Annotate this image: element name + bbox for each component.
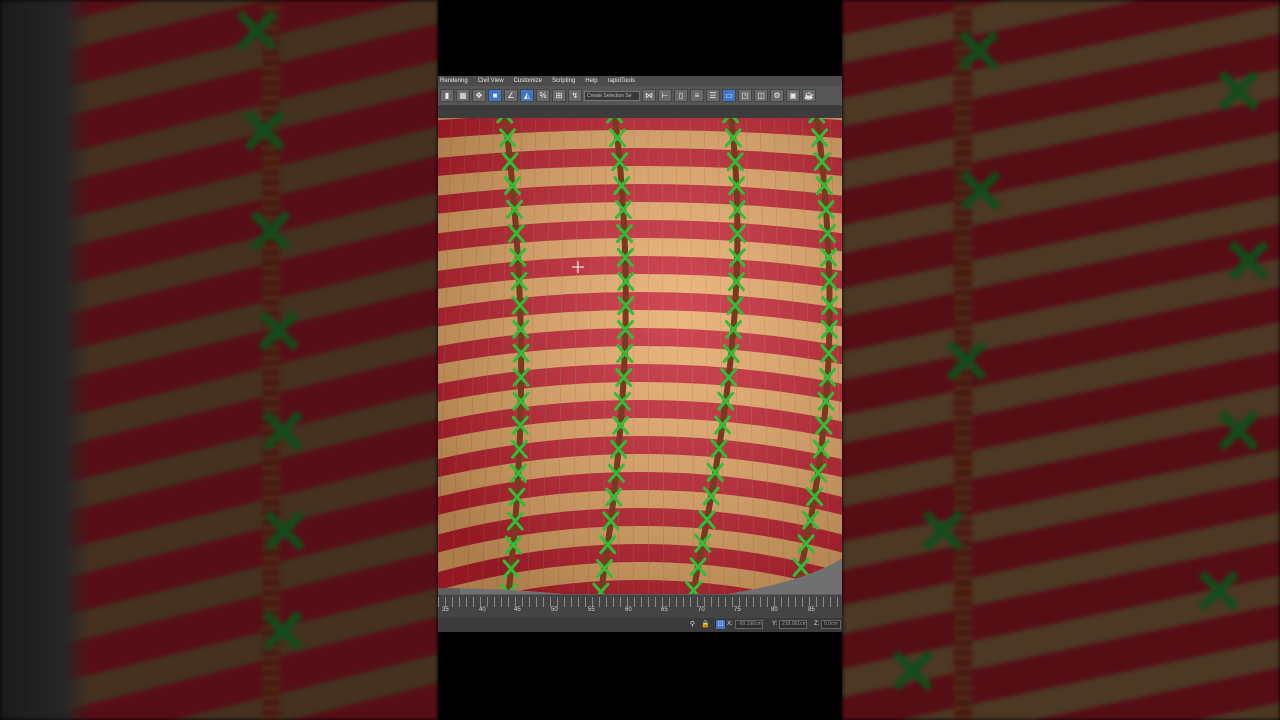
tick-label: 65 [661,607,668,613]
blurred-stitch-mark: ✕ [230,0,284,68]
tick-label: 40 [479,607,486,613]
menu-item-civil-view[interactable]: Civil View [478,78,504,84]
app-window: Rendering Civil View Customize Scripting… [438,0,842,720]
tick-label: 55 [588,607,595,613]
ribbon-strip [438,106,842,118]
blurred-stitch-mark: ✕ [1222,226,1276,298]
menu-item-help[interactable]: Help [585,78,597,84]
absolute-mode-icon[interactable]: ⊡ [716,620,725,629]
tick-label: 70 [698,607,705,613]
status-bar: ⚲ 🔒 ⊡ X: -99.196cm Y: 218.061cm Z: 0.0cm [438,618,842,632]
blurred-stitch-mark: ✕ [258,496,312,568]
tick-label: 85 [808,607,815,613]
blurred-stitch-mark: ✕ [954,156,1008,228]
material-editor-icon[interactable]: ◫ [754,89,768,102]
menu-bar: Rendering Civil View Customize Scripting… [438,76,842,86]
tick-label: 35 [442,607,449,613]
menu-item-customize[interactable]: Customize [514,78,542,84]
blurred-stitch-mark: ✕ [1192,556,1246,628]
curve-editor-icon[interactable]: ▭ [722,89,736,102]
menu-item-scripting[interactable]: Scripting [552,78,575,84]
menu-item-rapidtools[interactable]: rapidTools [608,78,635,84]
angle-snap-icon[interactable]: ∠ [504,89,518,102]
blurred-stitch-mark: ✕ [252,296,306,368]
pin-icon[interactable]: ⚲ [688,620,697,629]
render-frame-icon[interactable]: ▣ [786,89,800,102]
move-icon[interactable]: ✥ [472,89,486,102]
x-coordinate-field[interactable]: -99.196cm [735,620,763,629]
named-selection-set-dropdown[interactable]: Create Selection Se [584,90,640,101]
align-icon[interactable]: ⊢ [658,89,672,102]
time-slider[interactable]: 35 40 45 50 55 60 65 70 75 80 85 [438,594,842,619]
blurred-stitch-mark: ✕ [238,96,292,168]
blurred-stitch-mark: ✕ [256,596,310,668]
render-setup-icon[interactable]: ⚙ [770,89,784,102]
y-coordinate-field[interactable]: 218.061cm [779,620,807,629]
select-object-icon[interactable]: ▮ [440,89,454,102]
x-label: X: [727,621,733,627]
blurred-stitch-mark: ✕ [1212,56,1266,128]
timeline-ticks [438,597,842,607]
z-coordinate-field[interactable]: 0.0cm [821,620,841,629]
curve-icon[interactable]: ↯ [568,89,582,102]
scene-explorer-icon[interactable]: ☰ [706,89,720,102]
blurred-stitch-mark: ✕ [244,196,298,268]
blurred-stitch-mark: ✕ [1212,396,1266,468]
blurred-stitch-mark: ✕ [952,16,1006,88]
blurred-stitch-mark: ✕ [256,396,310,468]
viewport-render [438,118,842,594]
z-label: Z: [814,621,820,627]
left-blurred-background: ✕ ✕ ✕ ✕ ✕ ✕ ✕ [0,0,438,720]
spinner-snap-icon[interactable]: % [536,89,550,102]
edit-named-selection-icon[interactable]: ⊞ [552,89,566,102]
right-blurred-background: ✕ ✕ ✕ ✕ ✕ ✕ ✕ ✕ ✕ [842,0,1280,720]
render-icon[interactable]: ☕ [802,89,816,102]
mirror-icon[interactable]: ⋈ [642,89,656,102]
tick-label: 75 [734,607,741,613]
blurred-stitch-mark: ✕ [886,636,940,708]
main-toolbar: ▮ ▦ ✥ ■ ∠ ◭ % ⊞ ↯ Create Selection Se ⋈ … [438,86,842,106]
snap-icon[interactable]: ■ [488,89,502,102]
ribbon-icon[interactable]: ≡ [690,89,704,102]
blurred-stitch-mark: ✕ [940,326,994,398]
tick-label: 50 [551,607,558,613]
blurred-stitch-mark: ✕ [916,496,970,568]
layer-icon[interactable]: ▯ [674,89,688,102]
select-region-icon[interactable]: ▦ [456,89,470,102]
viewport-perspective[interactable] [438,118,842,594]
stitched-mesh-object [438,118,842,594]
y-label: Y: [772,621,778,627]
percent-snap-icon[interactable]: ◭ [520,89,534,102]
menu-item-rendering[interactable]: Rendering [440,78,468,84]
schematic-icon[interactable]: ◳ [738,89,752,102]
lock-icon[interactable]: 🔒 [701,620,710,629]
tick-label: 80 [771,607,778,613]
tick-label: 45 [514,607,521,613]
tick-label: 60 [625,607,632,613]
